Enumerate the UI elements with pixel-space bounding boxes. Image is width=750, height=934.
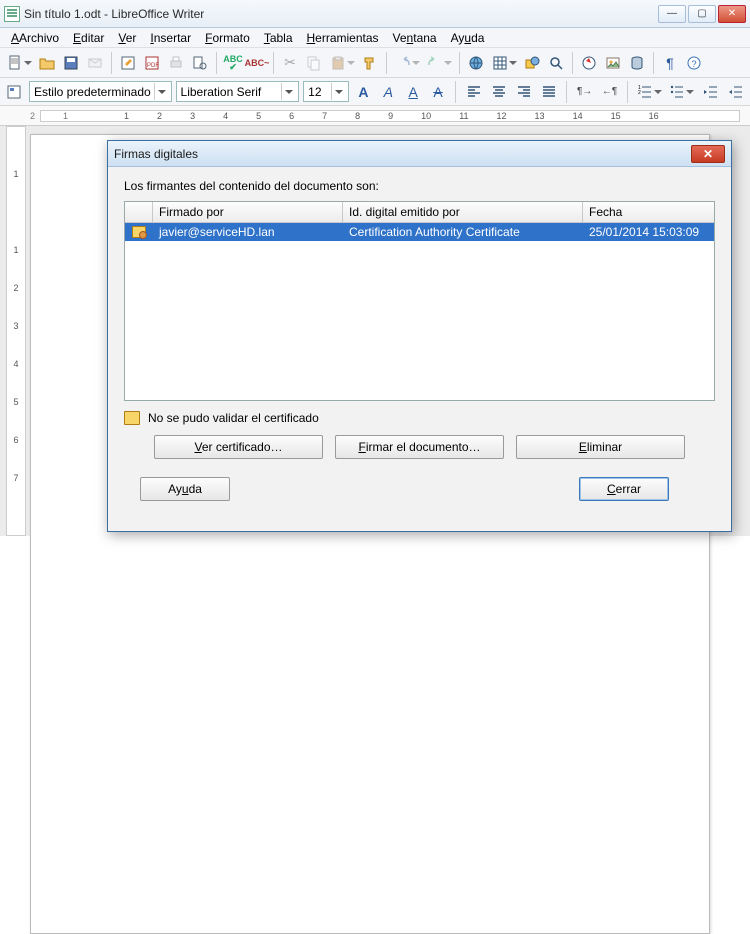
dialog-close-button[interactable]: ✕ (691, 145, 725, 163)
status-row: No se pudo validar el certificado (124, 411, 715, 425)
signatures-list[interactable]: Firmado por Id. digital emitido por Fech… (124, 201, 715, 401)
warning-icon (124, 411, 140, 425)
list-header: Firmado por Id. digital emitido por Fech… (125, 202, 714, 223)
col-date[interactable]: Fecha (583, 202, 714, 222)
status-text: No se pudo validar el certificado (148, 411, 319, 425)
dialog-titlebar[interactable]: Firmas digitales ✕ (108, 141, 731, 167)
cell-signed-by: javier@serviceHD.lan (153, 225, 343, 239)
dialog-title: Firmas digitales (114, 147, 198, 161)
col-signed-by[interactable]: Firmado por (153, 202, 343, 222)
signature-row[interactable]: javier@serviceHD.lan Certification Autho… (125, 223, 714, 241)
close-button[interactable]: Cerrar (579, 477, 669, 501)
help-button[interactable]: Ayuda (140, 477, 230, 501)
cell-date: 25/01/2014 15:03:09 (583, 225, 714, 239)
dialog-message: Los firmantes del contenido del document… (124, 179, 715, 193)
col-icon[interactable] (125, 202, 153, 222)
digital-signatures-dialog: Firmas digitales ✕ Los firmantes del con… (107, 140, 732, 532)
certificate-icon (132, 226, 146, 238)
view-certificate-button[interactable]: Ver certificado… (154, 435, 323, 459)
cell-issued-by: Certification Authority Certificate (343, 225, 583, 239)
col-issued-by[interactable]: Id. digital emitido por (343, 202, 583, 222)
delete-button[interactable]: Eliminar (516, 435, 685, 459)
sign-document-button[interactable]: Firmar el documento… (335, 435, 504, 459)
